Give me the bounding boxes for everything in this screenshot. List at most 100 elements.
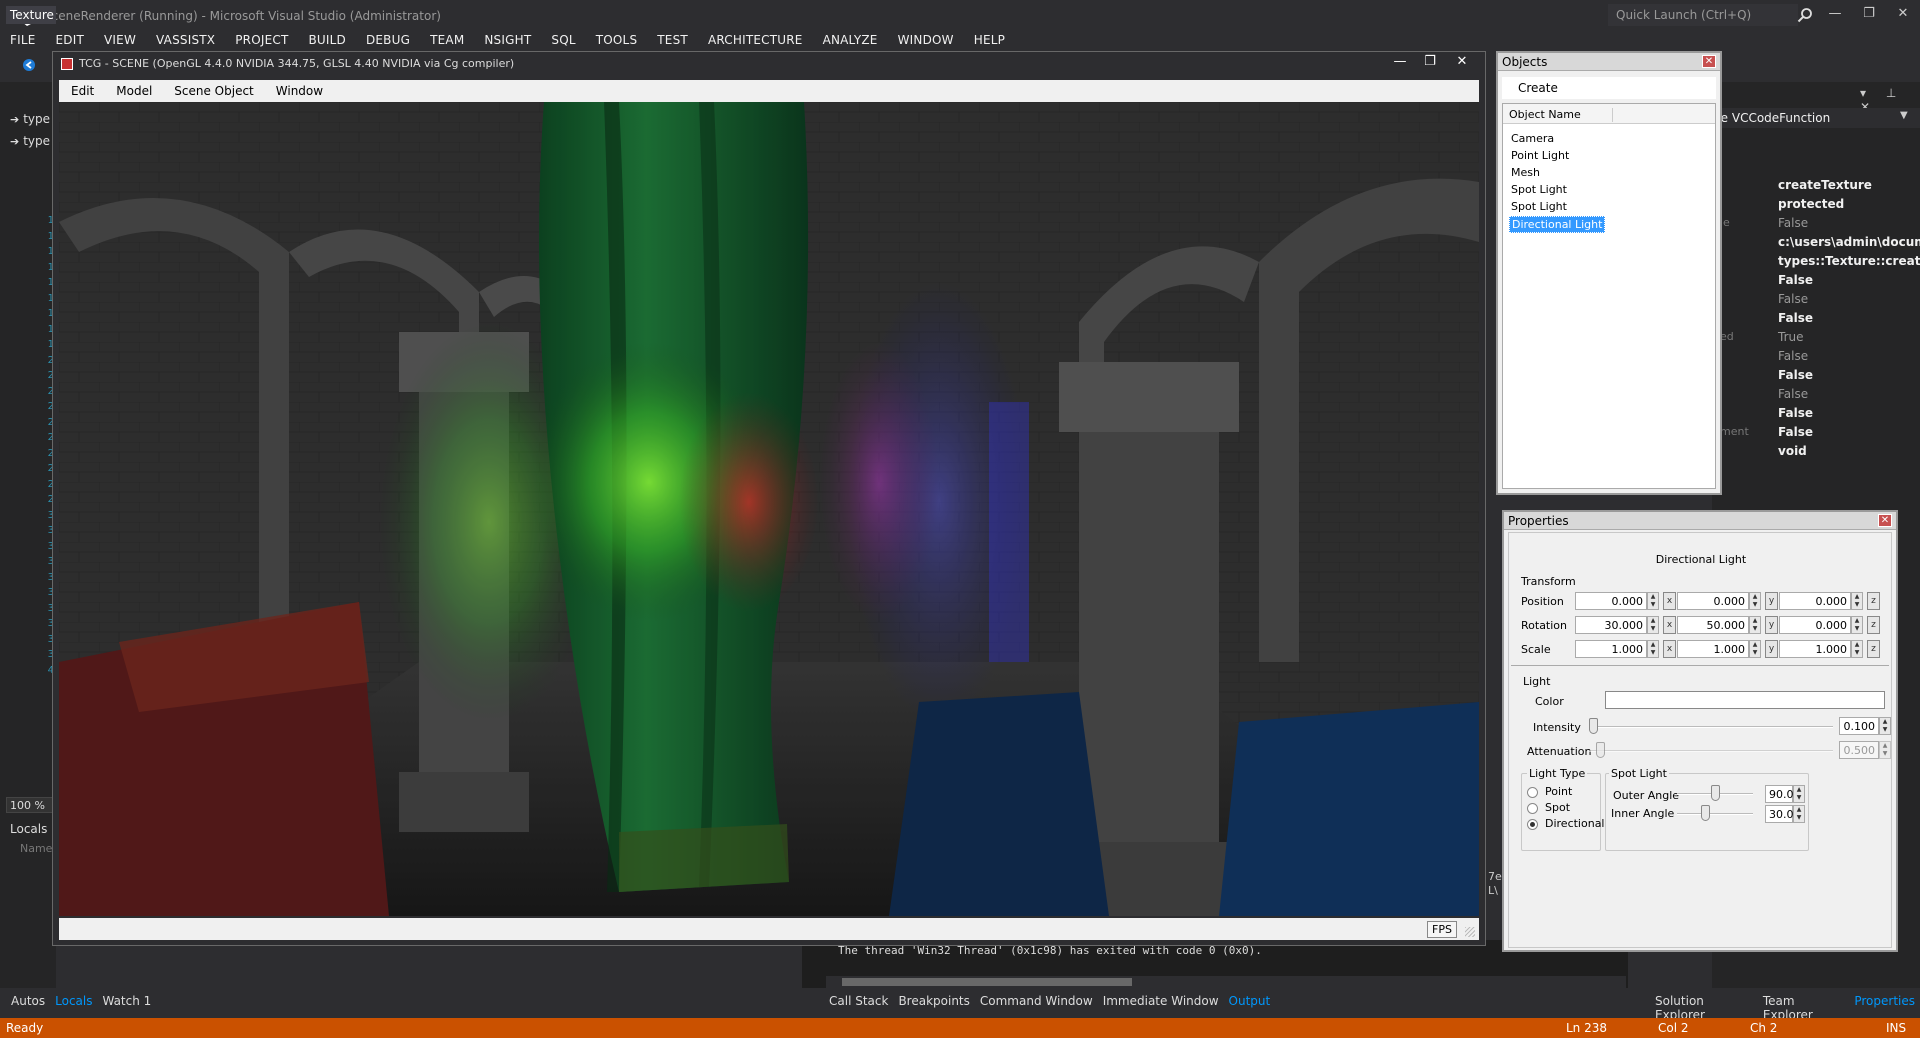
spin-icon[interactable]: ▲ ▼	[1647, 592, 1659, 610]
minimize-button[interactable]: —	[1824, 6, 1846, 24]
list-item[interactable]: Mesh	[1509, 165, 1542, 180]
intensity-slider-track[interactable]	[1589, 726, 1833, 728]
texture-tab[interactable]: Texture	[6, 6, 56, 24]
axis-x-button[interactable]: x	[1663, 640, 1676, 658]
menu-build[interactable]: BUILD	[298, 30, 355, 50]
inner-angle-slider-track[interactable]	[1677, 813, 1753, 815]
menu-debug[interactable]: DEBUG	[356, 30, 420, 50]
menu-project[interactable]: PROJECT	[225, 30, 298, 50]
tab-breakpoints[interactable]: Breakpoints	[893, 992, 974, 1010]
scene-menu-edit[interactable]: Edit	[59, 80, 104, 102]
tree-row[interactable]: ➔ type	[10, 112, 50, 126]
tab-output[interactable]: Output	[1224, 992, 1276, 1010]
scene-minimize-button[interactable]: —	[1387, 54, 1413, 72]
property-row[interactable]: False	[1712, 347, 1920, 366]
scale-z-input[interactable]: 1.000	[1779, 640, 1851, 658]
property-row[interactable]: ment False	[1712, 423, 1920, 442]
radio-directional-label[interactable]: Directional	[1545, 817, 1605, 830]
axis-x-button[interactable]: x	[1663, 616, 1676, 634]
property-row[interactable]: False	[1712, 385, 1920, 404]
attenuation-slider-thumb[interactable]	[1596, 742, 1606, 758]
property-row[interactable]: ed True	[1712, 328, 1920, 347]
intensity-slider-thumb[interactable]	[1589, 718, 1598, 734]
spin-icon[interactable]: ▲ ▼	[1851, 616, 1863, 634]
menu-test[interactable]: TEST	[647, 30, 698, 50]
restore-button[interactable]: ❐	[1858, 6, 1880, 24]
list-item[interactable]: Spot Light	[1509, 182, 1569, 197]
list-item[interactable]: Camera	[1509, 131, 1556, 146]
property-row[interactable]: c:\users\admin\documents	[1712, 233, 1920, 252]
radio-directional[interactable]	[1527, 819, 1538, 830]
scale-x-input[interactable]: 1.000	[1575, 640, 1647, 658]
scene-maximize-button[interactable]: ❐	[1417, 54, 1443, 72]
tab-call-stack[interactable]: Call Stack	[824, 992, 893, 1010]
properties-title-bar[interactable]: Properties ✕	[1504, 512, 1896, 530]
spin-icon[interactable]: ▲ ▼	[1793, 785, 1805, 803]
menu-edit[interactable]: EDIT	[46, 30, 95, 50]
menu-vassistx[interactable]: VASSISTX	[146, 30, 225, 50]
spin-icon[interactable]: ▲ ▼	[1793, 805, 1805, 823]
spin-icon[interactable]: ▲ ▼	[1749, 592, 1761, 610]
inner-angle-slider-thumb[interactable]	[1701, 805, 1711, 821]
scene-title-bar[interactable]: TCG - SCENE (OpenGL 4.4.0 NVIDIA 344.75,…	[53, 52, 1485, 76]
rotation-y-input[interactable]: 50.000	[1677, 616, 1749, 634]
tab-autos[interactable]: Autos	[6, 992, 50, 1010]
outer-angle-input[interactable]: 90.00	[1765, 785, 1801, 803]
output-horizontal-scrollbar[interactable]	[826, 976, 1626, 988]
tree-row[interactable]: ➔ type	[10, 134, 50, 148]
radio-point[interactable]	[1527, 787, 1538, 798]
close-button[interactable]: ✕	[1892, 6, 1914, 24]
tab-immediate-window[interactable]: Immediate Window	[1098, 992, 1224, 1010]
property-row[interactable]: void	[1712, 442, 1920, 461]
scrollbar-thumb[interactable]	[842, 978, 1132, 986]
list-item[interactable]: Point Light	[1509, 148, 1571, 163]
fps-button[interactable]: FPS	[1427, 921, 1457, 938]
create-menu[interactable]: Create	[1518, 81, 1558, 95]
position-z-input[interactable]: 0.000	[1779, 592, 1851, 610]
spin-icon[interactable]: ▲ ▼	[1749, 616, 1761, 634]
menu-view[interactable]: VIEW	[94, 30, 146, 50]
axis-z-button[interactable]: z	[1867, 640, 1880, 658]
scale-y-input[interactable]: 1.000	[1677, 640, 1749, 658]
spin-icon[interactable]: ▲ ▼	[1647, 616, 1659, 634]
list-item-selected[interactable]: Directional Light	[1509, 216, 1606, 233]
menu-tools[interactable]: TOOLS	[586, 30, 648, 50]
axis-y-button[interactable]: y	[1765, 616, 1778, 634]
menu-nsight[interactable]: NSIGHT	[474, 30, 541, 50]
scene-menu-model[interactable]: Model	[104, 80, 162, 102]
object-list[interactable]: Object Name Camera Point Light Mesh Spot…	[1502, 103, 1716, 489]
axis-z-button[interactable]: z	[1867, 616, 1880, 634]
axis-y-button[interactable]: y	[1765, 592, 1778, 610]
position-x-input[interactable]: 0.000	[1575, 592, 1647, 610]
position-y-input[interactable]: 0.000	[1677, 592, 1749, 610]
property-row[interactable]: types::Texture::createTe	[1712, 252, 1920, 271]
render-viewport[interactable]	[59, 102, 1479, 916]
spin-icon[interactable]: ▲ ▼	[1851, 592, 1863, 610]
list-item[interactable]: Spot Light	[1509, 199, 1569, 214]
tab-locals[interactable]: Locals	[50, 992, 97, 1010]
inner-angle-input[interactable]: 30.00	[1765, 805, 1801, 823]
search-icon[interactable]	[1797, 7, 1813, 23]
property-row[interactable]: createTexture	[1712, 176, 1920, 195]
radio-point-label[interactable]: Point	[1545, 785, 1572, 798]
axis-x-button[interactable]: x	[1663, 592, 1676, 610]
axis-y-button[interactable]: y	[1765, 640, 1778, 658]
property-row[interactable]: False	[1712, 271, 1920, 290]
spin-icon[interactable]: ▲ ▼	[1647, 640, 1659, 658]
property-row[interactable]: False	[1712, 290, 1920, 309]
attenuation-slider-track[interactable]	[1589, 750, 1833, 752]
menu-analyze[interactable]: ANALYZE	[813, 30, 888, 50]
chevron-down-icon[interactable]: ▼	[1900, 110, 1908, 121]
intensity-input[interactable]: 0.100	[1839, 717, 1879, 735]
tab-command-window[interactable]: Command Window	[975, 992, 1098, 1010]
resize-grip-icon[interactable]	[1465, 927, 1475, 937]
property-row[interactable]: le False	[1712, 214, 1920, 233]
scene-menu-scene-object[interactable]: Scene Object	[162, 80, 263, 102]
spin-icon[interactable]: ▲ ▼	[1749, 640, 1761, 658]
color-swatch[interactable]	[1605, 691, 1885, 709]
quick-launch-input[interactable]: Quick Launch (Ctrl+Q)	[1608, 4, 1798, 26]
menu-sql[interactable]: SQL	[541, 30, 585, 50]
object-list-header[interactable]: Object Name	[1503, 104, 1715, 124]
outer-angle-slider-thumb[interactable]	[1710, 785, 1720, 801]
scene-close-button[interactable]: ✕	[1449, 54, 1475, 72]
